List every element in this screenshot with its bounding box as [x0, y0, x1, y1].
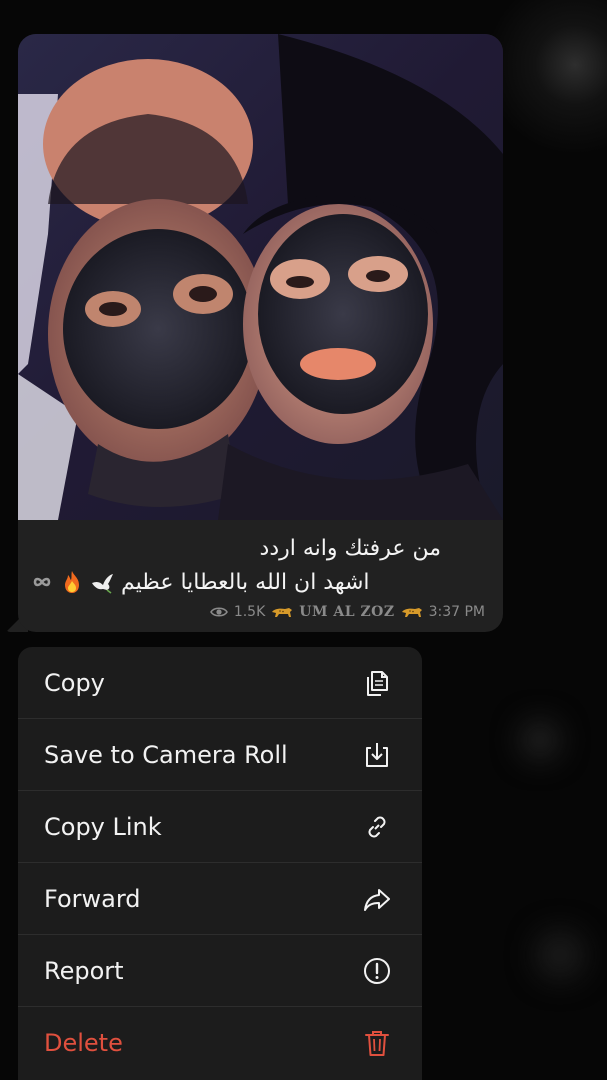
- message-meta: 1.5K UM AL ZOZ 3:37 PM: [209, 604, 485, 620]
- eye-icon: [209, 607, 228, 617]
- background-blur: [520, 720, 560, 760]
- menu-item-label: Save to Camera Roll: [44, 740, 288, 769]
- forward-arrow-icon: [364, 888, 390, 911]
- menu-item-report[interactable]: Report: [18, 935, 422, 1007]
- menu-item-label: Copy Link: [44, 812, 162, 841]
- infinity-icon: [33, 577, 51, 587]
- menu-item-label: Report: [44, 956, 124, 985]
- exclamation-circle-icon: [364, 957, 390, 984]
- fire-emoji: [65, 571, 79, 593]
- save-download-icon: [366, 742, 388, 767]
- menu-item-label: Delete: [44, 1029, 123, 1057]
- leopard-icon: [272, 608, 293, 617]
- message-bubble[interactable]: من عرفتك وانه اردد اشهد ان الله بالعطايا…: [18, 34, 503, 632]
- link-icon: [368, 816, 386, 837]
- message-caption-text: اشهد ان الله بالعطايا عظيم: [121, 569, 370, 595]
- menu-item-forward[interactable]: Forward: [18, 863, 422, 935]
- background-blur: [535, 930, 585, 980]
- menu-item-save-to-camera-roll[interactable]: Save to Camera Roll: [18, 719, 422, 791]
- menu-item-delete[interactable]: Delete: [18, 1007, 422, 1079]
- leopard-icon: [401, 608, 422, 617]
- message-caption-line-2: اشهد ان الله بالعطايا عظيم: [21, 569, 441, 595]
- menu-item-label: Copy: [44, 668, 105, 697]
- message-caption-line-1: من عرفتك وانه اردد: [259, 536, 441, 561]
- menu-item-copy-link[interactable]: Copy Link: [18, 791, 422, 863]
- channel-name: UM AL ZOZ: [299, 604, 395, 620]
- message-photo[interactable]: [18, 34, 503, 520]
- message-time: 3:37 PM: [428, 604, 485, 620]
- context-menu: Copy Save to Camera Roll Copy Link Forwa…: [18, 647, 422, 1080]
- view-count: 1.5K: [233, 604, 266, 620]
- chat-screen: من عرفتك وانه اردد اشهد ان الله بالعطايا…: [0, 0, 607, 1080]
- copy-icon: [367, 670, 388, 696]
- menu-item-label: Forward: [44, 884, 141, 913]
- caption-emoji-row: [29, 569, 115, 595]
- dove-emoji: [92, 574, 113, 594]
- menu-item-copy[interactable]: Copy: [18, 647, 422, 719]
- trash-icon: [365, 1031, 389, 1056]
